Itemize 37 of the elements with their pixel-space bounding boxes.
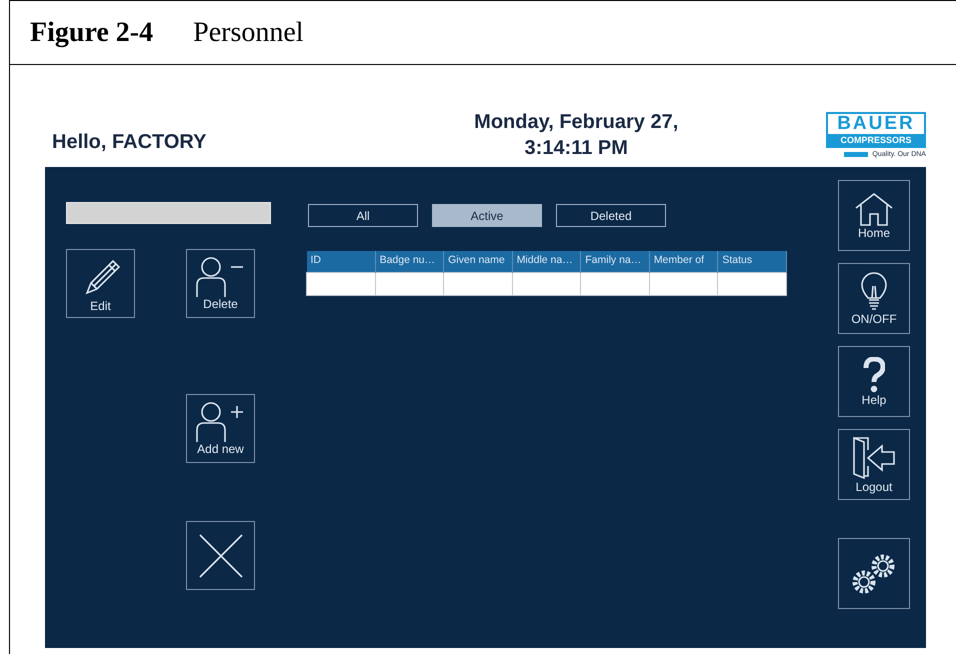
filter-tab[interactable]: All (308, 204, 418, 227)
figure-title: Personnel (193, 16, 304, 50)
table-cell (580, 272, 650, 295)
filter-tab[interactable]: Active (432, 204, 542, 227)
filter-tab[interactable]: Deleted (556, 204, 666, 227)
table-cell (444, 272, 512, 295)
column-header[interactable]: Middle na… (512, 251, 581, 272)
delete-button[interactable]: Delete (186, 249, 255, 318)
table-cell (512, 272, 581, 295)
logout-button[interactable]: Logout (838, 429, 910, 500)
column-header[interactable]: Given name (444, 251, 512, 272)
help-button[interactable]: Help (838, 346, 910, 417)
question-mark-icon (863, 356, 885, 392)
table-cell (375, 272, 444, 295)
column-header[interactable]: Badge nu… (375, 251, 444, 272)
edit-button[interactable]: Edit (66, 249, 135, 318)
power-button[interactable]: ON/OFF (838, 263, 910, 334)
house-icon (854, 192, 894, 226)
table-cell (718, 272, 786, 295)
column-header[interactable]: Family na… (580, 251, 650, 272)
date-text: Monday, February 27, (474, 110, 678, 135)
close-icon (198, 532, 244, 578)
table-cell (649, 272, 718, 295)
settings-button[interactable] (838, 538, 910, 609)
column-header[interactable]: Status (718, 251, 786, 272)
figure-label: Figure 2-4 (30, 16, 154, 50)
light-bulb-icon (861, 272, 887, 312)
column-header[interactable]: Member of (649, 251, 718, 272)
table-cell (306, 272, 376, 295)
search-field[interactable] (66, 202, 271, 224)
door-arrow-icon (850, 436, 898, 480)
add-button[interactable]: Add new (186, 394, 255, 463)
time-text: 3:14:11 PM (524, 136, 628, 161)
cancel-button[interactable] (186, 521, 255, 590)
greeting-text: Hello, FACTORY (52, 130, 206, 155)
column-header[interactable]: ID (306, 251, 376, 272)
home-button[interactable]: Home (838, 180, 910, 251)
